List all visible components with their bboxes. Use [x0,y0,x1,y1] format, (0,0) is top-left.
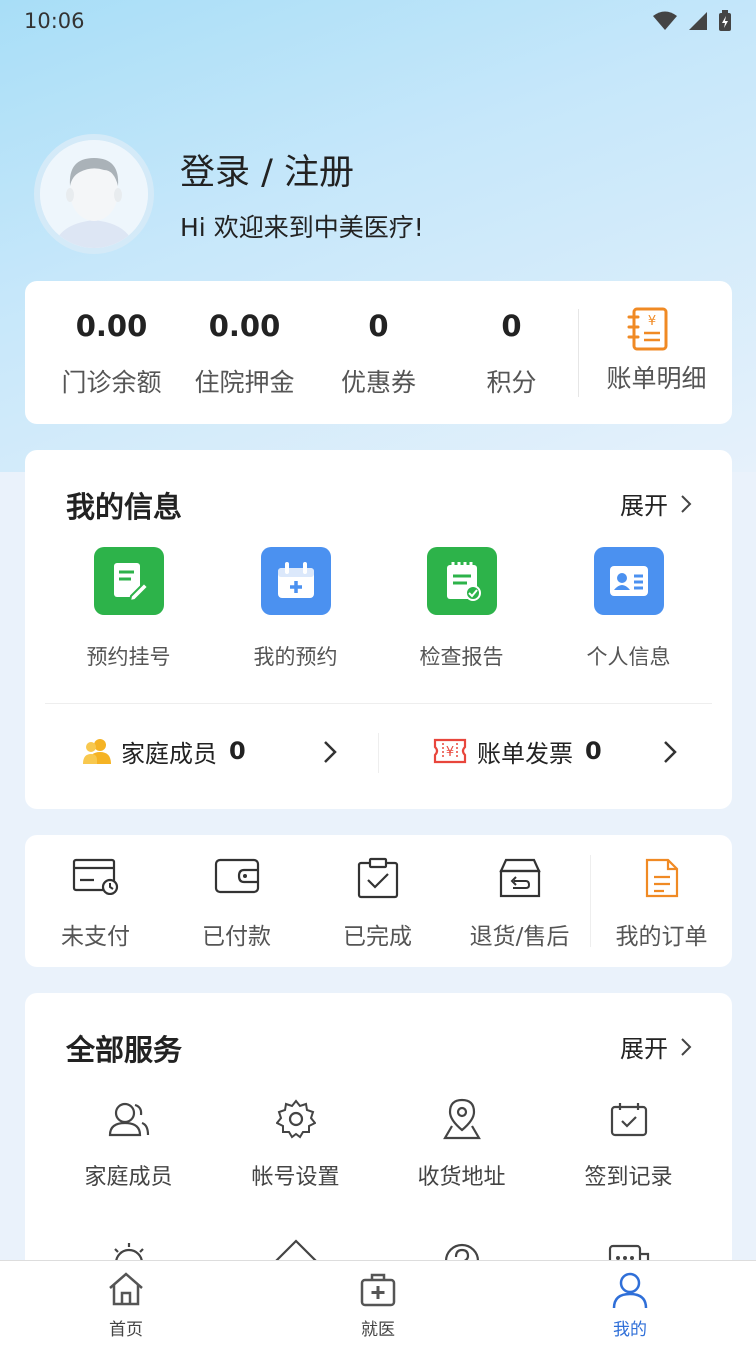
my-info-card: 我的信息 展开 预约挂号 我的预约 检查报告 个人信息 家庭成员 0 ¥ 账单发… [25,450,732,809]
tab-mine[interactable]: 我的 [504,1261,756,1345]
service-account-settings[interactable]: 帐号设置 [212,1097,379,1191]
signal-icon [689,12,707,30]
medical-kit-icon [360,1273,396,1307]
stat-value: 0.00 [208,309,281,343]
chevron-right-icon [681,1037,692,1056]
orders-card: 未支付 已付款 已完成 退货/售后 我的订单 [25,835,732,967]
svg-text:¥: ¥ [446,745,454,760]
grid-label: 个人信息 [586,645,671,669]
order-label: 已完成 [343,924,412,950]
completed-icon [357,857,398,899]
wifi-icon [653,11,677,30]
bottom-tab-bar: 首页 就医 我的 [0,1260,756,1345]
stat-value: 0 [368,309,389,343]
stat-outpatient-balance[interactable]: 0.00 门诊余额 [45,281,178,424]
invoice-ticket-icon: ¥ [433,738,467,764]
divider [378,733,379,773]
order-label: 未支付 [61,924,130,950]
chevron-right-icon [664,741,677,763]
my-orders-button[interactable]: 我的订单 [591,835,732,967]
grid-label: 预约挂号 [86,645,171,669]
divider [578,309,579,397]
service-label: 家庭成员 [84,1165,173,1190]
grid-item-check-report[interactable]: 检查报告 [378,547,545,671]
avatar[interactable] [34,134,154,254]
service-shipping-address[interactable]: 收货地址 [378,1097,545,1191]
status-time: 10:06 [24,9,85,33]
order-document-icon [645,858,678,898]
stat-points[interactable]: 0 积分 [445,281,578,424]
grid-label: 检查报告 [419,645,504,669]
service-family-members[interactable]: 家庭成员 [45,1097,212,1191]
stat-coupons[interactable]: 0 优惠券 [312,281,445,424]
chevron-right-icon [324,741,337,763]
location-icon [442,1098,481,1140]
svg-text:¥: ¥ [648,314,656,329]
report-check-icon [426,547,497,615]
order-label: 已付款 [202,924,271,950]
family-members-link[interactable]: 家庭成员 0 [83,720,343,782]
battery-icon [719,10,731,31]
stat-label: 积分 [486,368,537,397]
tab-label: 我的 [613,1320,647,1340]
stat-label: 门诊余额 [61,368,162,397]
stat-value: 0.00 [75,309,148,343]
divider [45,703,712,704]
order-return-button[interactable]: 退货/售后 [449,835,590,967]
account-stats-card: 0.00 门诊余额 0.00 住院押金 0 优惠券 0 积分 ¥ 账单明细 [25,281,732,424]
order-unpaid-button[interactable]: 未支付 [25,835,166,967]
grid-item-my-appointments[interactable]: 我的预约 [212,547,379,671]
grid-item-book-appointment[interactable]: 预约挂号 [45,547,212,671]
family-members-count: 0 [229,737,246,765]
stat-label: 住院押金 [194,368,295,397]
bill-invoice-count: 0 [585,737,602,765]
user-icon [612,1272,648,1309]
my-info-expand-button[interactable]: 展开 [620,486,692,521]
wallet-icon [214,858,259,894]
bill-invoice-label: 账单发票 [477,739,573,768]
id-card-icon [593,547,664,615]
chevron-right-icon [681,494,692,513]
home-icon [109,1272,143,1306]
gear-icon [275,1099,316,1139]
all-services-title: 全部服务 [66,1033,183,1067]
order-completed-button[interactable]: 已完成 [307,835,448,967]
service-label: 收货地址 [417,1165,506,1190]
services-expand-button[interactable]: 展开 [620,1029,692,1064]
bill-invoice-link[interactable]: ¥ 账单发票 0 [433,720,683,782]
bill-detail-label: 账单明细 [606,364,707,393]
family-people-icon [83,739,111,764]
stat-hospital-deposit[interactable]: 0.00 住院押金 [178,281,311,424]
bill-detail-button[interactable]: ¥ 账单明细 [581,281,732,424]
family-icon [108,1102,149,1137]
return-icon [498,858,541,898]
bill-notebook-icon: ¥ [627,307,668,351]
welcome-text: Hi 欢迎来到中美医疗! [180,213,424,242]
calendar-plus-icon [260,547,331,615]
login-register-link[interactable]: 登录 / 注册 [180,144,354,195]
default-avatar-icon [40,140,148,248]
service-label: 签到记录 [584,1165,673,1190]
expand-label: 展开 [620,492,668,520]
expand-label: 展开 [620,1035,668,1063]
tab-medical[interactable]: 就医 [252,1261,504,1345]
stat-value: 0 [501,309,522,343]
grid-label: 我的预约 [253,645,338,669]
tab-label: 就医 [361,1320,395,1340]
register-doc-icon [93,547,164,615]
service-checkin-records[interactable]: 签到记录 [545,1097,712,1191]
unpaid-icon [72,858,118,895]
order-label: 退货/售后 [469,924,570,950]
my-info-title: 我的信息 [66,490,183,524]
stat-label: 优惠券 [340,368,416,397]
my-orders-label: 我的订单 [615,924,708,950]
tab-home[interactable]: 首页 [0,1261,252,1345]
tab-label: 首页 [109,1320,143,1340]
status-bar: 10:06 [0,0,756,42]
order-paid-button[interactable]: 已付款 [166,835,307,967]
checkin-calendar-icon [610,1103,647,1137]
service-label: 帐号设置 [251,1165,340,1190]
family-members-label: 家庭成员 [121,739,217,768]
grid-item-personal-info[interactable]: 个人信息 [545,547,712,671]
